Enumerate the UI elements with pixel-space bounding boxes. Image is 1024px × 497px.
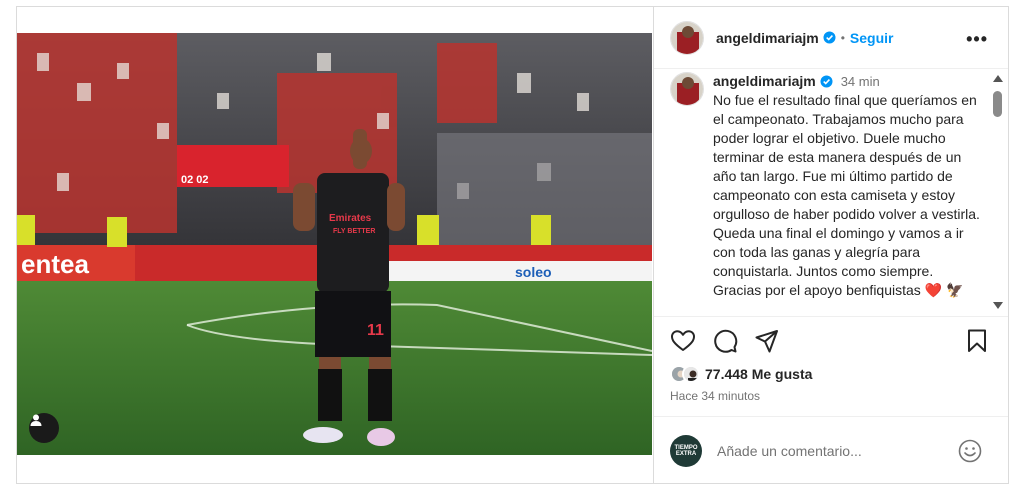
share-icon[interactable] xyxy=(754,328,780,354)
verified-badge-icon xyxy=(820,75,833,88)
shirt-sponsor-tagline: FLY BETTER xyxy=(333,228,375,235)
post-timestamp: Hace 34 minutos xyxy=(670,389,761,403)
liker-avatar xyxy=(682,365,700,383)
likes-count[interactable]: 77.448 Me gusta xyxy=(705,366,812,382)
caption-scrollbar[interactable] xyxy=(992,73,1004,313)
scroll-down-arrow-icon[interactable] xyxy=(993,302,1003,309)
avatar-image xyxy=(671,21,703,54)
comment-divider xyxy=(654,416,1008,417)
separator-dot: • xyxy=(840,30,845,45)
caption-divider xyxy=(654,316,1008,317)
more-options-icon[interactable]: ••• xyxy=(966,29,988,50)
caption-username[interactable]: angeldimariajm xyxy=(713,73,816,89)
caption-text: No fue el resultado final que queríamos … xyxy=(713,92,984,298)
caption-time: 34 min xyxy=(840,73,880,89)
post-header: angeldimariajm • Seguir ••• xyxy=(654,7,1008,69)
shirt-sponsor: Emirates xyxy=(329,213,372,224)
comment-input[interactable] xyxy=(717,443,937,459)
scroll-thumb[interactable] xyxy=(993,91,1002,117)
heart-icon[interactable] xyxy=(670,328,696,354)
caption-section: angeldimariajm 34 min No fue el resultad… xyxy=(670,72,988,314)
verified-badge-icon xyxy=(823,31,836,44)
tagged-users-button[interactable] xyxy=(29,413,59,443)
header-username[interactable]: angeldimariajm xyxy=(716,30,819,46)
comment-row: TIEMPO EXTRA xyxy=(670,434,990,468)
profile-avatar[interactable] xyxy=(670,20,704,55)
post-image[interactable]: 02 02 entea soleo Emirates FLY BETTER 11 xyxy=(17,33,652,455)
ad-board-right: soleo xyxy=(515,264,552,280)
panel-divider xyxy=(653,6,654,484)
commenter-avatar[interactable]: TIEMPO EXTRA xyxy=(670,435,702,467)
comment-icon[interactable] xyxy=(712,328,738,354)
avatar-image xyxy=(671,73,703,105)
stadium-photo: 02 02 entea soleo Emirates FLY BETTER 11 xyxy=(17,33,652,455)
user-tag-icon xyxy=(30,414,42,426)
scoreboard-text: 02 02 xyxy=(181,174,209,186)
shirt-number: 11 xyxy=(367,322,384,339)
scroll-up-arrow-icon[interactable] xyxy=(993,75,1003,82)
action-bar xyxy=(670,328,990,356)
caption-avatar[interactable] xyxy=(670,72,704,106)
follow-button[interactable]: Seguir xyxy=(850,30,894,46)
likes-row[interactable]: 77.448 Me gusta xyxy=(670,362,812,386)
bookmark-icon[interactable] xyxy=(964,328,990,354)
emoji-icon[interactable] xyxy=(958,439,982,468)
ad-board-left: entea xyxy=(21,249,89,279)
